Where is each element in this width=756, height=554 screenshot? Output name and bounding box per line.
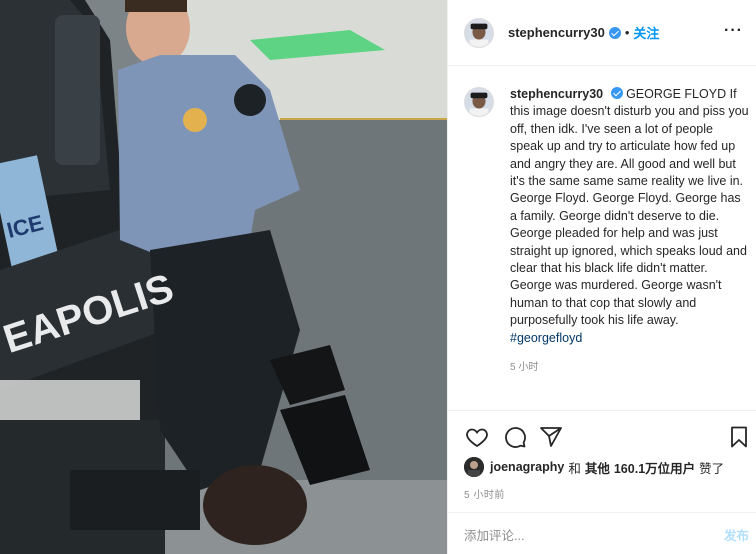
caption-timestamp: 5 小时 — [510, 362, 539, 374]
avatar-image — [465, 18, 493, 47]
like-button[interactable] — [464, 424, 490, 450]
hashtag-link[interactable]: #georgefloyd — [510, 330, 749, 347]
bookmark-icon — [731, 426, 747, 448]
caption-username[interactable]: stephencurry30 — [510, 87, 603, 101]
caption-text-block: stephencurry30 GEORGE FLOYD If this imag… — [510, 86, 749, 377]
comment-divider — [448, 512, 756, 513]
post-image: EAPOLIS ICE — [0, 0, 447, 554]
action-bar — [464, 424, 748, 450]
post-header: stephencurry30 • 关注 ··· — [448, 0, 756, 66]
likes-summary: joenagraphy 和 其他 160.1万 位用户 赞了 — [464, 457, 749, 477]
actions-divider — [448, 410, 756, 411]
likes-and: 和 — [568, 461, 581, 476]
likes-suffix[interactable]: 位用户 — [658, 458, 696, 477]
avatar-image — [465, 88, 493, 116]
likes-count[interactable]: 160.1万 — [614, 458, 658, 477]
save-button[interactable] — [726, 424, 752, 450]
caption-title: GEORGE FLOYD — [626, 87, 727, 101]
avatar-image — [464, 457, 484, 477]
separator-dot: • — [624, 25, 630, 40]
post-photo[interactable]: EAPOLIS ICE — [0, 0, 447, 554]
profile-avatar[interactable] — [464, 17, 494, 48]
verified-badge-icon — [608, 26, 621, 39]
header-username[interactable]: stephencurry30 — [508, 25, 605, 40]
caption-body: If this image doesn't disturb you and pi… — [510, 87, 749, 328]
share-button[interactable] — [538, 424, 564, 450]
heart-icon — [466, 428, 488, 448]
post-caption: stephencurry30 GEORGE FLOYD If this imag… — [464, 86, 749, 377]
liker-username[interactable]: joenagraphy — [490, 460, 564, 474]
likes-liked: 赞了 — [699, 461, 725, 476]
likes-others[interactable]: 其他 — [585, 458, 610, 477]
post-timestamp[interactable]: 5 小时前 — [464, 486, 505, 501]
comment-input[interactable]: 添加评论... — [464, 525, 524, 544]
liker-avatar[interactable] — [464, 457, 484, 477]
comment-button[interactable] — [502, 424, 528, 450]
paper-plane-icon — [540, 427, 562, 447]
caption-avatar[interactable] — [464, 87, 494, 117]
post-comment-button[interactable]: 发布 — [724, 525, 749, 544]
follow-button[interactable]: 关注 — [633, 23, 659, 42]
comment-icon — [505, 427, 526, 448]
post-side-panel: stephencurry30 • 关注 ··· stephencurry30 G… — [447, 0, 756, 554]
comment-box: 添加评论... 发布 — [464, 524, 749, 544]
more-options-icon[interactable]: ··· — [724, 22, 743, 40]
verified-badge-icon — [610, 87, 623, 99]
